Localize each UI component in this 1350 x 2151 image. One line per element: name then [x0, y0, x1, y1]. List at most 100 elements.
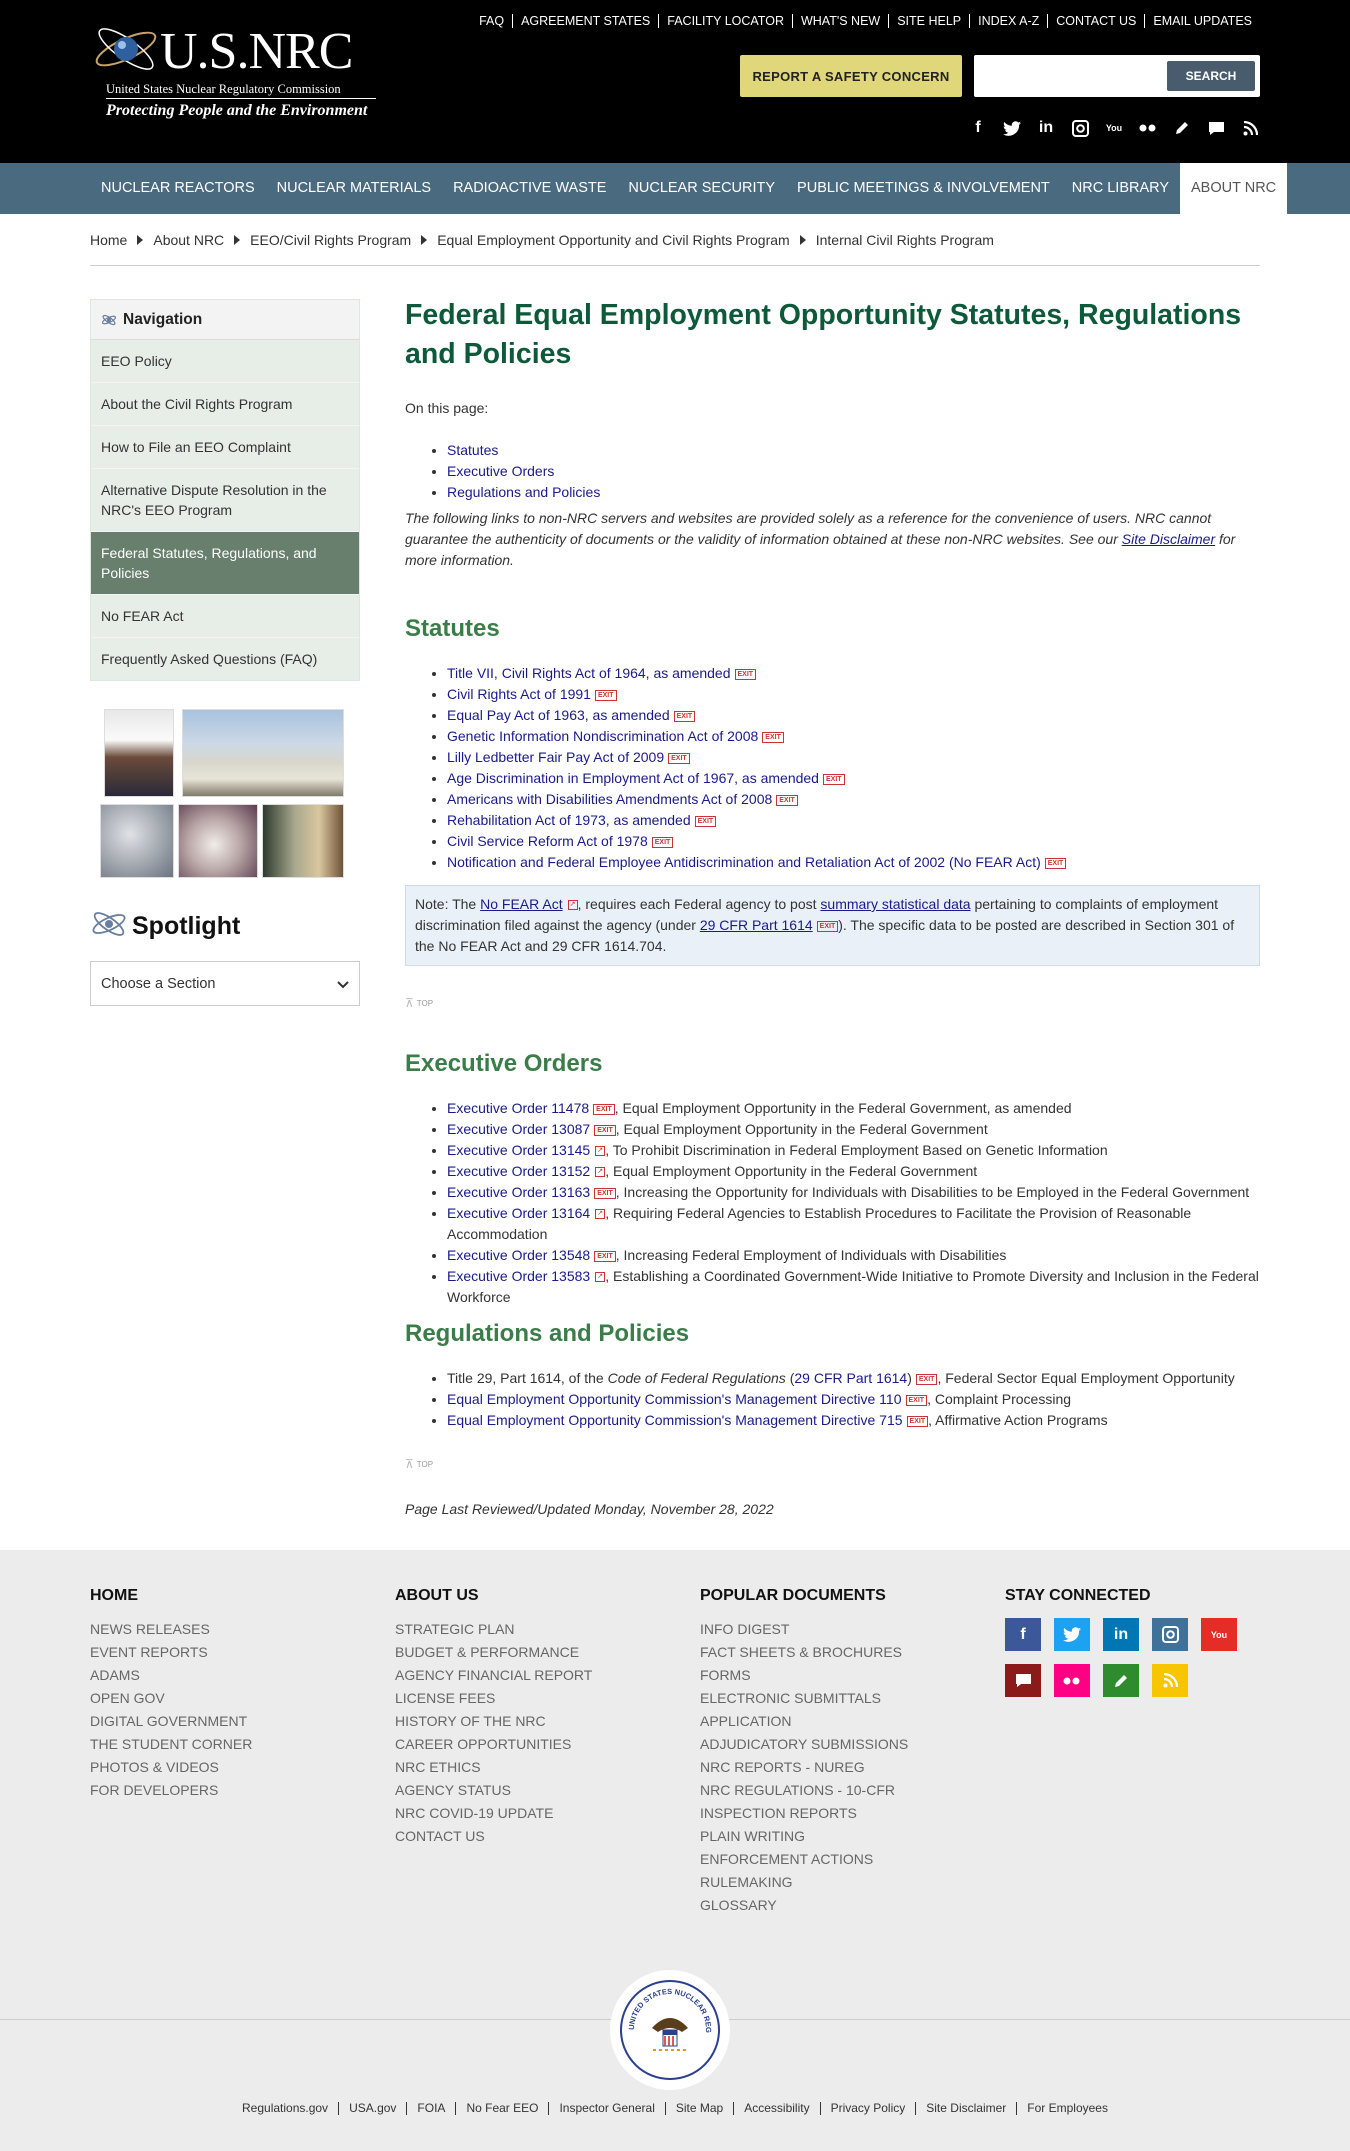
flickr-icon[interactable]	[1138, 118, 1158, 138]
statute-link[interactable]: Civil Rights Act of 1991	[447, 686, 591, 702]
util-link-site-help[interactable]: SITE HELP	[888, 14, 969, 28]
regulation-link[interactable]: Equal Employment Opportunity Commission'…	[447, 1412, 903, 1428]
back-to-top-link[interactable]: ⊼ TOP	[405, 996, 1260, 1010]
sidebar-item-faq[interactable]: Frequently Asked Questions (FAQ)	[91, 638, 359, 680]
footer-link[interactable]: BUDGET & PERFORMANCE	[395, 1641, 685, 1664]
footer-bottom-link[interactable]: Site Map	[664, 2102, 733, 2115]
footer-link[interactable]: EVENT REPORTS	[90, 1641, 380, 1664]
instagram-icon[interactable]	[1070, 118, 1090, 138]
site-disclaimer-link[interactable]: Site Disclaimer	[1122, 531, 1215, 547]
footer-link[interactable]: NRC REGULATIONS - 10-CFR	[700, 1779, 990, 1802]
footer-link[interactable]: OPEN GOV	[90, 1687, 380, 1710]
util-link-index[interactable]: INDEX A-Z	[969, 14, 1047, 28]
nav-nuclear-reactors[interactable]: NUCLEAR REACTORS	[90, 163, 266, 214]
util-link-whats-new[interactable]: WHAT'S NEW	[791, 14, 888, 28]
back-to-top-link[interactable]: ⊼ TOP	[405, 1457, 1260, 1471]
footer-link[interactable]: AGENCY FINANCIAL REPORT	[395, 1664, 685, 1687]
twitter-icon[interactable]	[1054, 1618, 1090, 1651]
nav-nuclear-security[interactable]: NUCLEAR SECURITY	[617, 163, 786, 214]
footer-bottom-link[interactable]: Privacy Policy	[819, 2102, 916, 2115]
footer-bottom-link[interactable]: Regulations.gov	[232, 2102, 338, 2115]
nrc-logo[interactable]: U.S.NRC United States Nuclear Regulatory…	[88, 18, 378, 128]
nav-nrc-library[interactable]: NRC LIBRARY	[1061, 163, 1180, 214]
statute-link[interactable]: Rehabilitation Act of 1973, as amended	[447, 812, 691, 828]
search-input[interactable]	[982, 61, 1162, 91]
breadcrumb-eeo-civil-rights[interactable]: EEO/Civil Rights Program	[250, 232, 411, 248]
executive-order-link[interactable]: Executive Order 13164	[447, 1205, 590, 1221]
footer-link[interactable]: NRC REPORTS - NUREG	[700, 1756, 990, 1779]
executive-order-link[interactable]: Executive Order 13163	[447, 1184, 590, 1200]
util-link-email-updates[interactable]: EMAIL UPDATES	[1144, 14, 1260, 28]
twitter-icon[interactable]	[1002, 118, 1022, 138]
breadcrumb-home[interactable]: Home	[90, 232, 127, 248]
footer-link[interactable]: INSPECTION REPORTS	[700, 1802, 990, 1825]
executive-order-link[interactable]: Executive Order 11478	[447, 1100, 589, 1116]
youtube-icon[interactable]: You	[1201, 1618, 1237, 1651]
blog-icon[interactable]	[1172, 118, 1192, 138]
footer-link[interactable]: CAREER OPPORTUNITIES	[395, 1733, 685, 1756]
footer-link[interactable]: THE STUDENT CORNER	[90, 1733, 380, 1756]
footer-bottom-link[interactable]: Accessibility	[733, 2102, 819, 2115]
toc-link-executive-orders[interactable]: Executive Orders	[447, 463, 554, 479]
statute-link[interactable]: Equal Pay Act of 1963, as amended	[447, 707, 670, 723]
choose-section-select[interactable]: Choose a Section	[90, 961, 360, 1006]
footer-bottom-link[interactable]: No Fear EEO	[455, 2102, 548, 2115]
sidebar-item-no-fear-act[interactable]: No FEAR Act	[91, 595, 359, 638]
util-link-faq[interactable]: FAQ	[471, 14, 512, 28]
footer-bottom-link[interactable]: USA.gov	[338, 2102, 406, 2115]
footer-link[interactable]: AGENCY STATUS	[395, 1779, 685, 1802]
footer-link[interactable]: PHOTOS & VIDEOS	[90, 1756, 380, 1779]
util-link-contact[interactable]: CONTACT US	[1047, 14, 1144, 28]
flickr-icon[interactable]	[1054, 1664, 1090, 1697]
comment-icon[interactable]	[1206, 118, 1226, 138]
footer-link[interactable]: CONTACT US	[395, 1825, 685, 1848]
sidebar-item-file-complaint[interactable]: How to File an EEO Complaint	[91, 426, 359, 469]
util-link-agreement-states[interactable]: AGREEMENT STATES	[512, 14, 658, 28]
footer-link[interactable]: NRC COVID-19 UPDATE	[395, 1802, 685, 1825]
util-link-facility-locator[interactable]: FACILITY LOCATOR	[658, 14, 792, 28]
executive-order-link[interactable]: Executive Order 13548	[447, 1247, 590, 1263]
report-safety-concern-button[interactable]: REPORT A SAFETY CONCERN	[740, 55, 962, 97]
breadcrumb-about-nrc[interactable]: About NRC	[153, 232, 224, 248]
sidebar-item-about-civil-rights[interactable]: About the Civil Rights Program	[91, 383, 359, 426]
executive-order-link[interactable]: Executive Order 13145	[447, 1142, 590, 1158]
footer-link[interactable]: APPLICATION	[700, 1710, 990, 1733]
nav-about-nrc[interactable]: ABOUT NRC	[1180, 163, 1288, 214]
statute-link[interactable]: Title VII, Civil Rights Act of 1964, as …	[447, 665, 731, 681]
sidebar-item-eeo-policy[interactable]: EEO Policy	[91, 340, 359, 383]
linkedin-icon[interactable]: in	[1036, 118, 1056, 138]
footer-bottom-link[interactable]: FOIA	[406, 2102, 455, 2115]
statute-link[interactable]: Genetic Information Nondiscrimination Ac…	[447, 728, 758, 744]
nav-radioactive-waste[interactable]: RADIOACTIVE WASTE	[442, 163, 617, 214]
rss-icon[interactable]	[1240, 118, 1260, 138]
cfr-1614-link[interactable]: 29 CFR Part 1614	[794, 1370, 907, 1386]
footer-link[interactable]: FOR DEVELOPERS	[90, 1779, 380, 1802]
blog-icon[interactable]	[1103, 1664, 1139, 1697]
toc-link-regulations[interactable]: Regulations and Policies	[447, 484, 600, 500]
cfr-1614-link[interactable]: 29 CFR Part 1614	[700, 917, 813, 933]
footer-link[interactable]: NRC ETHICS	[395, 1756, 685, 1779]
footer-link[interactable]: RULEMAKING	[700, 1871, 990, 1894]
statute-link[interactable]: Notification and Federal Employee Antidi…	[447, 854, 1041, 870]
footer-link[interactable]: STRATEGIC PLAN	[395, 1618, 685, 1641]
footer-bottom-link[interactable]: Inspector General	[548, 2102, 664, 2115]
regulation-link[interactable]: Equal Employment Opportunity Commission'…	[447, 1391, 902, 1407]
comment-icon[interactable]	[1005, 1664, 1041, 1697]
footer-link[interactable]: NEWS RELEASES	[90, 1618, 380, 1641]
youtube-icon[interactable]: You	[1104, 118, 1124, 138]
breadcrumb-eeo-program[interactable]: Equal Employment Opportunity and Civil R…	[437, 232, 790, 248]
nav-public-meetings[interactable]: PUBLIC MEETINGS & INVOLVEMENT	[786, 163, 1061, 214]
footer-link[interactable]: HISTORY OF THE NRC	[395, 1710, 685, 1733]
sidebar-item-federal-statutes[interactable]: Federal Statutes, Regulations, and Polic…	[91, 532, 359, 595]
nav-nuclear-materials[interactable]: NUCLEAR MATERIALS	[266, 163, 442, 214]
search-button[interactable]: SEARCH	[1167, 61, 1255, 91]
footer-bottom-link[interactable]: Site Disclaimer	[915, 2102, 1016, 2115]
footer-link[interactable]: LICENSE FEES	[395, 1687, 685, 1710]
facebook-icon[interactable]: f	[968, 118, 988, 138]
footer-link[interactable]: ADAMS	[90, 1664, 380, 1687]
sidebar-item-adr[interactable]: Alternative Dispute Resolution in the NR…	[91, 469, 359, 532]
breadcrumb-internal-civil-rights[interactable]: Internal Civil Rights Program	[816, 232, 994, 248]
executive-order-link[interactable]: Executive Order 13087	[447, 1121, 590, 1137]
no-fear-act-link[interactable]: No FEAR Act	[480, 896, 562, 912]
footer-link[interactable]: DIGITAL GOVERNMENT	[90, 1710, 380, 1733]
